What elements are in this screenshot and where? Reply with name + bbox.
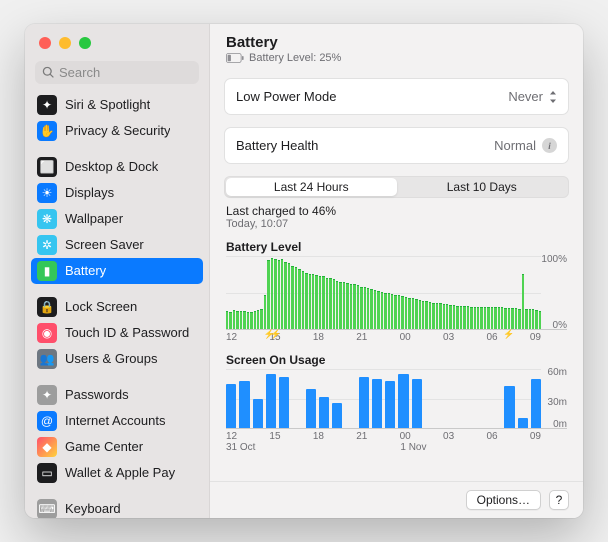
- footer: Options… ?: [210, 481, 583, 518]
- low-power-label: Low Power Mode: [236, 89, 336, 104]
- tab-last-10-days[interactable]: Last 10 Days: [397, 178, 568, 196]
- siri-icon: ✦: [37, 95, 57, 115]
- screen-on-title: Screen On Usage: [226, 353, 567, 367]
- sidebar-item-label: Users & Groups: [65, 351, 157, 366]
- battery-icon: [226, 53, 244, 63]
- time-range-segmented[interactable]: Last 24 Hours Last 10 Days: [224, 176, 569, 198]
- header: Battery Battery Level: 25%: [210, 24, 583, 72]
- date-row: 31 Oct 1 Nov: [226, 442, 541, 453]
- sidebar: Search ✦ Siri & Spotlight ✋ Privacy & Secur…: [25, 24, 210, 518]
- lock-icon: 🔒: [37, 297, 57, 317]
- keyboard-icon: ⌨: [37, 499, 57, 518]
- wallet-icon: ▭: [37, 463, 57, 483]
- sidebar-item-battery[interactable]: ▮ Battery: [31, 258, 203, 284]
- sidebar-item-label: Keyboard: [65, 501, 121, 516]
- sidebar-item-label: Lock Screen: [65, 299, 137, 314]
- sidebar-item-lock-screen[interactable]: 🔒 Lock Screen: [31, 294, 203, 320]
- search-input[interactable]: Search: [35, 61, 199, 84]
- maximize-window-button[interactable]: [79, 37, 91, 49]
- screensaver-icon: ✲: [37, 235, 57, 255]
- sidebar-item-label: Touch ID & Password: [65, 325, 189, 340]
- low-power-row[interactable]: Low Power Mode Never: [224, 78, 569, 115]
- sidebar-item-label: Privacy & Security: [65, 123, 170, 138]
- screen-on-xaxis: 1215182100030609: [226, 431, 541, 442]
- sidebar-item-wallet-apple-pay[interactable]: ▭ Wallet & Apple Pay: [31, 460, 203, 486]
- display-icon: ☀: [37, 183, 57, 203]
- last-charge: Last charged to 46% Today, 10:07: [226, 204, 567, 230]
- sidebar-item-keyboard[interactable]: ⌨ Keyboard: [31, 496, 203, 518]
- at-icon: @: [37, 411, 57, 431]
- sidebar-item-game-center[interactable]: ◆ Game Center: [31, 434, 203, 460]
- main-pane: Battery Battery Level: 25% Low Power Mod…: [210, 24, 583, 518]
- options-button[interactable]: Options…: [466, 490, 541, 510]
- battery-level-chart: 100% 0% ⚡⚡⚡: [226, 256, 567, 330]
- sidebar-item-wallpaper[interactable]: ❋ Wallpaper: [31, 206, 203, 232]
- system-settings-window: Search ✦ Siri & Spotlight ✋ Privacy & Secur…: [25, 24, 583, 518]
- search-icon: [42, 66, 55, 79]
- dock-icon: ⬜: [37, 157, 57, 177]
- help-button[interactable]: ?: [549, 490, 569, 510]
- minimize-window-button[interactable]: [59, 37, 71, 49]
- tab-last-24-hours[interactable]: Last 24 Hours: [226, 178, 397, 196]
- sidebar-item-label: Internet Accounts: [65, 413, 165, 428]
- page-title: Battery: [226, 34, 567, 51]
- battery-level-label: Battery Level: 25%: [249, 52, 341, 64]
- sidebar-item-screen-saver[interactable]: ✲ Screen Saver: [31, 232, 203, 258]
- wallpaper-icon: ❋: [37, 209, 57, 229]
- game-icon: ◆: [37, 437, 57, 457]
- sidebar-list: ✦ Siri & Spotlight ✋ Privacy & Security ⬜ Des…: [25, 92, 209, 518]
- sidebar-item-displays[interactable]: ☀ Displays: [31, 180, 203, 206]
- battery-level-title: Battery Level: [226, 240, 567, 254]
- sidebar-item-internet-accounts[interactable]: @ Internet Accounts: [31, 408, 203, 434]
- hand-icon: ✋: [37, 121, 57, 141]
- sidebar-item-label: Screen Saver: [65, 237, 144, 252]
- sidebar-item-touch-id-password[interactable]: ◉ Touch ID & Password: [31, 320, 203, 346]
- sidebar-item-privacy-security[interactable]: ✋ Privacy & Security: [31, 118, 203, 144]
- search-placeholder: Search: [59, 65, 100, 80]
- charge-marker-icon: ⚡: [503, 329, 514, 340]
- battery-health-label: Battery Health: [236, 138, 318, 153]
- battery-health-row[interactable]: Battery Health Normal i: [224, 127, 569, 164]
- users-icon: 👥: [37, 349, 57, 369]
- sidebar-item-label: Game Center: [65, 439, 143, 454]
- key-icon: ✦: [37, 385, 57, 405]
- sidebar-item-label: Wallet & Apple Pay: [65, 465, 175, 480]
- screen-on-chart: 60m 30m 0m: [226, 369, 567, 429]
- sidebar-item-label: Desktop & Dock: [65, 159, 158, 174]
- sidebar-item-passwords[interactable]: ✦ Passwords: [31, 382, 203, 408]
- sidebar-item-label: Passwords: [65, 387, 129, 402]
- sidebar-item-label: Battery: [65, 263, 106, 278]
- info-icon[interactable]: i: [542, 138, 557, 153]
- sidebar-item-label: Displays: [65, 185, 114, 200]
- touchid-icon: ◉: [37, 323, 57, 343]
- chevron-updown-icon: [549, 91, 557, 103]
- sidebar-item-siri-spotlight[interactable]: ✦ Siri & Spotlight: [31, 92, 203, 118]
- sidebar-item-label: Wallpaper: [65, 211, 123, 226]
- sidebar-item-desktop-dock[interactable]: ⬜ Desktop & Dock: [31, 154, 203, 180]
- battery-health-value: Normal: [494, 138, 536, 153]
- sidebar-item-label: Siri & Spotlight: [65, 97, 150, 112]
- close-window-button[interactable]: [39, 37, 51, 49]
- charge-marker-icon: ⚡: [270, 329, 281, 340]
- low-power-select[interactable]: Never: [508, 89, 557, 104]
- window-controls: [25, 24, 209, 61]
- sidebar-item-users-groups[interactable]: 👥 Users & Groups: [31, 346, 203, 372]
- battery-icon: ▮: [37, 261, 57, 281]
